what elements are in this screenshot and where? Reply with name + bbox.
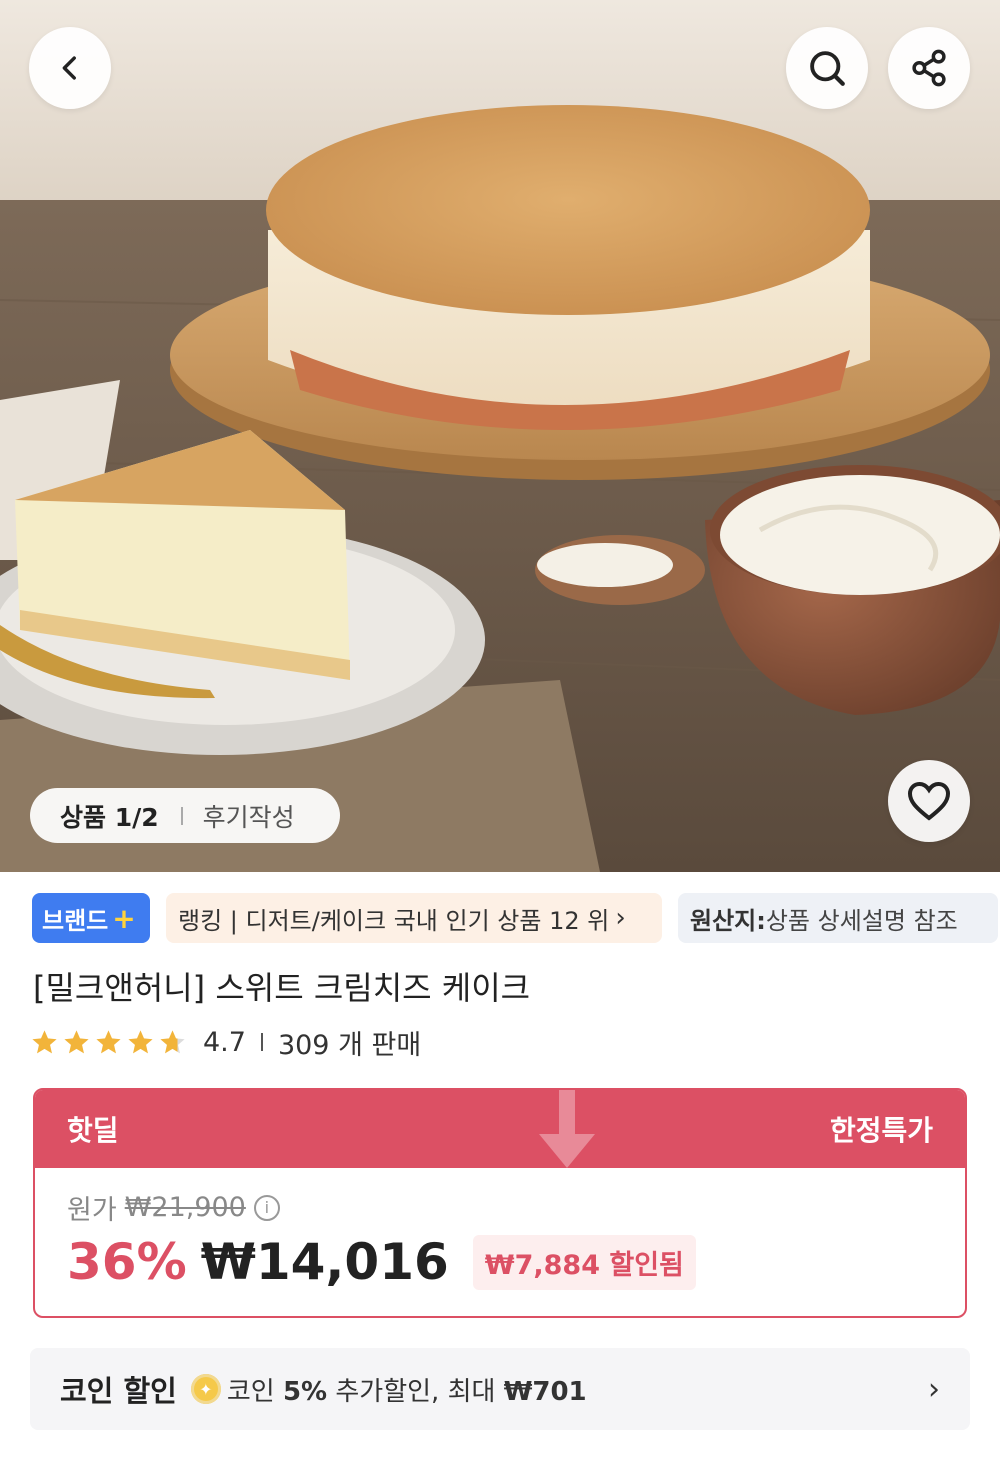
saved-amount-badge: ₩7,884 할인됨 xyxy=(472,1234,696,1290)
rating-stars xyxy=(30,1028,187,1057)
origin-value: 상품 상세설명 참조 xyxy=(765,906,958,935)
rating-value: 4.7 xyxy=(203,1026,246,1058)
product-title: [밀크앤허니] 스위트 크림치즈 케이크 xyxy=(33,969,531,1007)
star-icon xyxy=(32,1029,57,1053)
image-counter-pill: 상품 1/2 후기작성 xyxy=(30,788,340,843)
ranking-badge[interactable]: 랭킹 | 디저트/케이크 국내 인기 상품 12 위 › xyxy=(166,893,662,943)
back-button[interactable] xyxy=(29,27,111,109)
divider xyxy=(260,1033,263,1051)
info-icon[interactable]: i xyxy=(253,1194,280,1221)
brand-label: 브랜드 xyxy=(42,906,109,935)
hot-deal-box: 핫딜 한정특가 원가 ₩21,900 i 36% ₩14,016 ₩7,884 … xyxy=(33,1088,967,1318)
cheesecake-photo xyxy=(0,0,1000,872)
discount-rate: 36% xyxy=(67,1233,187,1291)
coin-discount-row[interactable]: 코인 할인 ✦ 코인 5% 추가할인, 최대 ₩701 › xyxy=(30,1348,970,1430)
hot-deal-label: 핫딜 xyxy=(67,1114,119,1147)
coin-max: ₩701 xyxy=(503,1376,587,1407)
sold-count: 309 개 판매 xyxy=(277,1029,422,1061)
limited-offer-badge: 한정특가 xyxy=(829,1114,933,1147)
brand-plus-badge[interactable]: 브랜드 + xyxy=(32,893,150,943)
chevron-left-icon xyxy=(62,56,76,80)
search-icon xyxy=(810,51,845,86)
original-price: ₩21,900 xyxy=(124,1192,246,1223)
sale-price: ₩14,016 xyxy=(200,1233,449,1291)
ranking-text: 랭킹 | 디저트/케이크 국내 인기 상품 12 위 xyxy=(178,906,610,935)
write-review-link[interactable]: 후기작성 xyxy=(203,798,295,834)
share-icon xyxy=(912,49,946,87)
star-icon xyxy=(64,1029,89,1053)
chevron-right-icon: › xyxy=(928,1371,940,1407)
price-section: 원가 ₩21,900 i 36% ₩14,016 ₩7,884 할인됨 xyxy=(35,1168,965,1291)
chevron-right-icon: › xyxy=(615,903,626,933)
star-icon xyxy=(96,1029,121,1053)
coin-percent: 5% xyxy=(282,1376,328,1407)
coin-text-mid: 추가할인, 최대 xyxy=(327,1376,504,1407)
heart-icon xyxy=(907,781,951,821)
image-counter: 상품 1/2 xyxy=(60,802,159,832)
origin-label: 원산지: xyxy=(690,906,766,935)
plus-icon: + xyxy=(112,901,136,935)
arrow-down-icon xyxy=(539,1090,595,1168)
hot-deal-header: 핫딜 한정특가 xyxy=(35,1090,965,1168)
share-button[interactable] xyxy=(888,27,970,109)
coin-discount-label: 코인 할인 xyxy=(60,1374,177,1408)
product-image[interactable]: 상품 1/2 후기작성 xyxy=(0,0,1000,872)
coin-discount-text: 코인 5% 추가할인, 최대 ₩701 xyxy=(227,1371,587,1408)
star-icon xyxy=(128,1029,153,1053)
coin-text-prefix: 코인 xyxy=(226,1376,283,1407)
divider xyxy=(180,806,183,825)
coin-icon: ✦ xyxy=(190,1374,221,1404)
product-tags: 브랜드 + 랭킹 | 디저트/케이크 국내 인기 상품 12 위 › 원산지: … xyxy=(32,893,1000,943)
wishlist-button[interactable] xyxy=(888,760,970,842)
original-price-row: 원가 ₩21,900 i xyxy=(67,1188,965,1227)
search-button[interactable] xyxy=(786,27,868,109)
origin-badge: 원산지: 상품 상세설명 참조 xyxy=(678,893,998,943)
star-icon xyxy=(160,1029,185,1053)
original-price-label: 원가 xyxy=(67,1195,117,1226)
rating-row[interactable]: 4.7 309 개 판매 xyxy=(30,1022,421,1062)
sale-price-row: 36% ₩14,016 ₩7,884 할인됨 xyxy=(67,1233,965,1291)
